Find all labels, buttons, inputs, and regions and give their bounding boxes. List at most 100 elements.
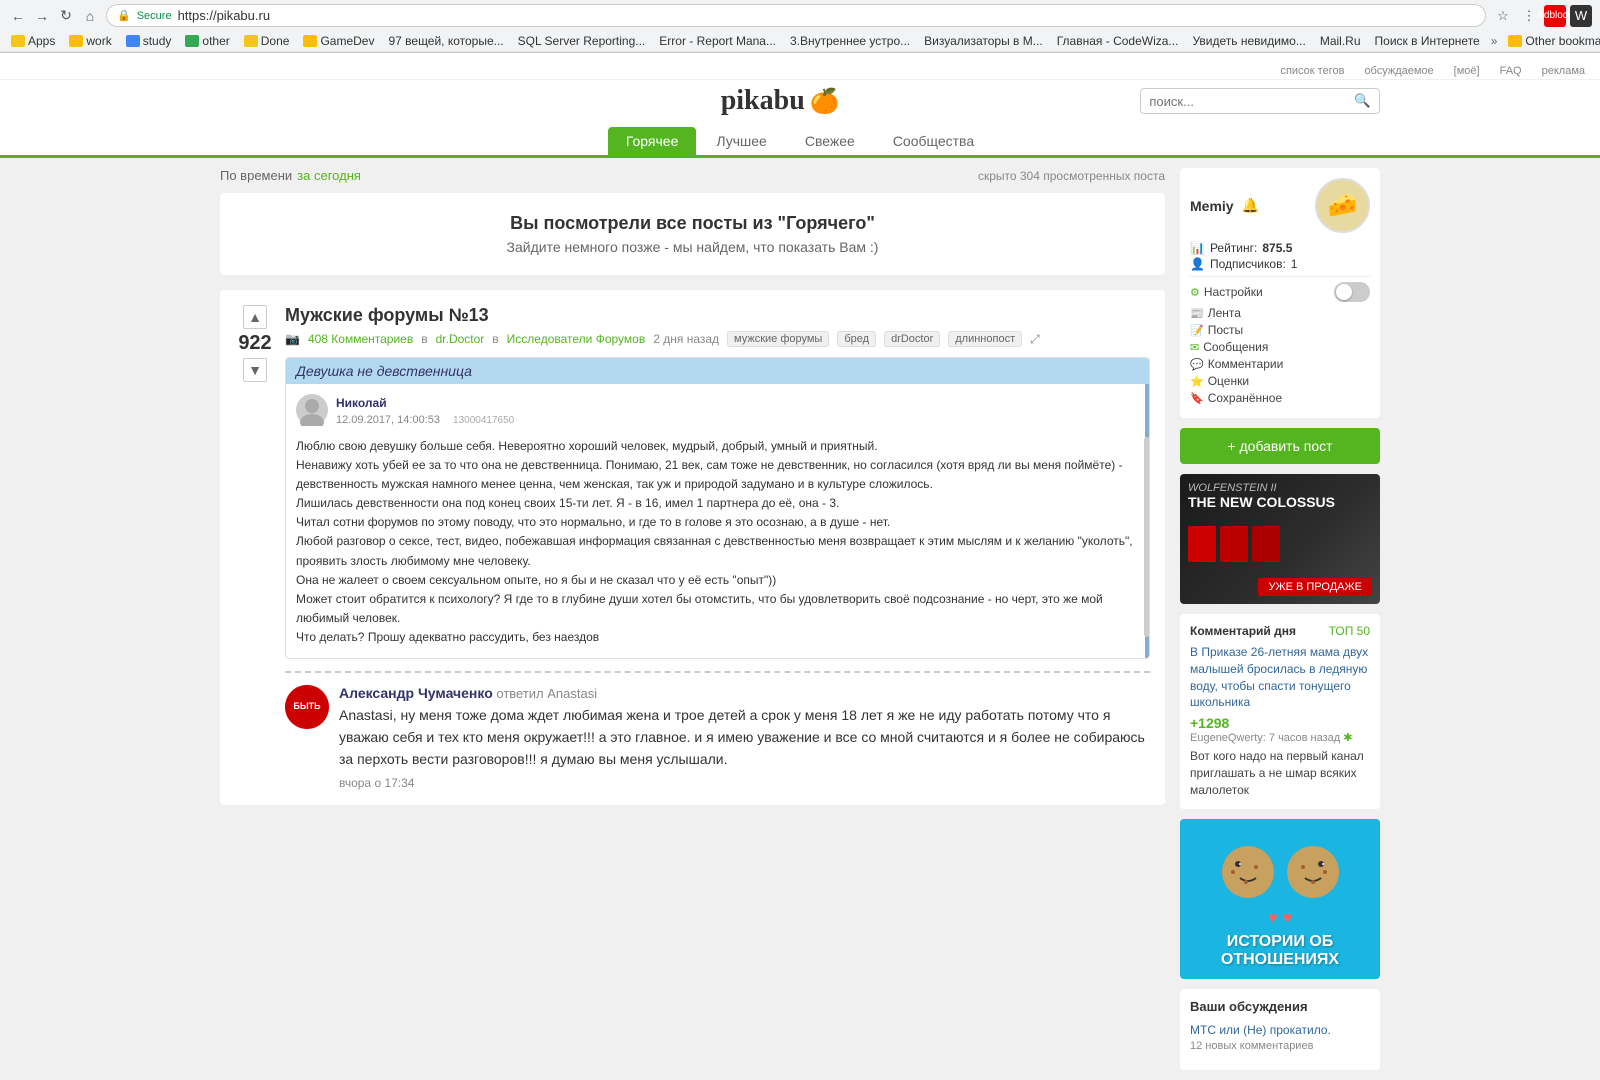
- bookmark-star-button[interactable]: ☆: [1492, 5, 1514, 27]
- post-header: ▲ 922 ▼ Мужские форумы №13 📷 408 Коммент…: [235, 305, 1150, 790]
- home-button[interactable]: ⌂: [80, 6, 100, 26]
- top-link-faq[interactable]: FAQ: [1500, 65, 1522, 77]
- cod-article-link[interactable]: В Приказе 26-летняя мама двух малышей бр…: [1190, 645, 1368, 709]
- browser-icons: ☆ ⋮ Adblock W: [1492, 5, 1592, 27]
- bookmark-error[interactable]: Error - Report Mana...: [656, 33, 779, 49]
- discussion-link[interactable]: МТС или (Не) прокатило.: [1190, 1023, 1331, 1037]
- top-link-discussed[interactable]: обсуждаемое: [1364, 65, 1433, 77]
- tag-long[interactable]: длиннопост: [948, 331, 1022, 347]
- bookmark-folder-icon: [244, 35, 258, 47]
- preview-user-row: Николай 12.09.2017, 14:00:53 13000417650: [296, 394, 1135, 429]
- sidebar-link-feed[interactable]: 📰 Лента: [1190, 306, 1370, 320]
- bookmark-search[interactable]: Поиск в Интернете: [1372, 33, 1483, 49]
- comment-time: вчора о 17:34: [339, 776, 1150, 790]
- bookmark-visual[interactable]: Визуализаторы в М...: [921, 33, 1046, 49]
- wolfenstein-buy-button[interactable]: УЖЕ В ПРОДАЖЕ: [1258, 578, 1372, 596]
- sidebar-link-comments[interactable]: 💬 Комментарии: [1190, 357, 1370, 371]
- bookmark-more[interactable]: »: [1491, 34, 1498, 48]
- bookmark-codewiz[interactable]: Главная - CodeWiza...: [1054, 33, 1182, 49]
- comments-link[interactable]: 408 Комментариев: [308, 332, 413, 346]
- cod-top50-link[interactable]: ТОП 50: [1329, 624, 1370, 638]
- refresh-button[interactable]: ↻: [56, 6, 76, 26]
- post-card: ▲ 922 ▼ Мужские форумы №13 📷 408 Коммент…: [220, 290, 1165, 805]
- sidebar-link-posts[interactable]: 📝 Посты: [1190, 323, 1370, 337]
- preview-date: 12.09.2017, 14:00:53 13000417650: [336, 412, 514, 429]
- author-link[interactable]: dr.Doctor: [436, 332, 485, 346]
- forward-button[interactable]: →: [32, 6, 52, 26]
- back-button[interactable]: ←: [8, 6, 28, 26]
- site-header: список тегов обсуждаемое [моё] FAQ рекла…: [0, 53, 1600, 158]
- bookmark-done[interactable]: Done: [241, 33, 293, 49]
- discussions: Ваши обсуждения МТС или (Не) прокатило. …: [1180, 989, 1380, 1071]
- tab-best[interactable]: Лучшее: [698, 127, 784, 155]
- bookmark-folder-icon: [11, 35, 25, 47]
- preview-user-info: Николай 12.09.2017, 14:00:53 13000417650: [336, 394, 514, 429]
- bookmark-other[interactable]: other: [182, 33, 232, 49]
- comment-text: Anastasi, ну меня тоже дома ждет любимая…: [339, 704, 1150, 771]
- tag-dr[interactable]: drDoctor: [884, 331, 940, 347]
- search-button[interactable]: 🔍: [1354, 93, 1371, 109]
- bookmark-uv[interactable]: Увидеть невидимо...: [1189, 33, 1308, 49]
- bookmark-label: study: [143, 34, 172, 48]
- search-input[interactable]: [1149, 94, 1349, 109]
- bookmark-apps[interactable]: Apps: [8, 33, 58, 49]
- tab-communities[interactable]: Сообщества: [875, 127, 992, 155]
- user-profile-button[interactable]: W: [1570, 5, 1592, 27]
- tab-hot[interactable]: Горячее: [608, 127, 697, 155]
- preview-username: Николай: [336, 394, 514, 412]
- community-link[interactable]: Исследователи Форумов: [507, 332, 646, 346]
- preview-header: Девушка не девственница: [286, 358, 1149, 384]
- subscribers-label: Подписчиков:: [1210, 257, 1286, 271]
- bookmark-folder-icon: [126, 35, 140, 47]
- bookmark-gamedev[interactable]: GameDev: [300, 33, 377, 49]
- cod-label: Комментарий дня: [1190, 624, 1296, 638]
- discussion-item: МТС или (Не) прокатило. 12 новых коммент…: [1190, 1022, 1370, 1053]
- relations-ad-title: ИСТОРИИ ОБ ОТНОШЕНИЯХ: [1190, 933, 1370, 969]
- bookmark-97[interactable]: 97 вещей, которые...: [385, 33, 506, 49]
- sidebar-link-messages[interactable]: ✉ Сообщения: [1190, 340, 1370, 354]
- discussions-title: Ваши обсуждения: [1190, 999, 1370, 1014]
- bookmark-sql[interactable]: SQL Server Reporting...: [515, 33, 649, 49]
- top-link-ads[interactable]: реклама: [1542, 65, 1585, 77]
- post-preview: Девушка не девственница: [285, 357, 1150, 659]
- cod-user: EugeneQwerty: 7 часов назад ✱: [1190, 731, 1370, 744]
- filter-today-link[interactable]: за сегодня: [297, 168, 361, 183]
- sidebar-link-settings[interactable]: ⚙ Настройки: [1190, 285, 1263, 299]
- sidebar-toggle[interactable]: [1334, 282, 1370, 302]
- search-bar[interactable]: 🔍: [1140, 88, 1380, 114]
- sidebar-link-saved[interactable]: 🔖 Сохранённое: [1190, 391, 1370, 405]
- bookmark-label: 3.Внутреннее устро...: [790, 34, 910, 48]
- avatar-svg: [296, 394, 328, 426]
- bookmark-folder-icon: [185, 35, 199, 47]
- bookmark-folder-icon: [69, 35, 83, 47]
- bookmark-mailru[interactable]: Mail.Ru: [1317, 33, 1364, 49]
- tab-fresh[interactable]: Свежее: [787, 127, 873, 155]
- bookmark-other-folder[interactable]: Other bookmarks: [1505, 33, 1600, 49]
- bookmark-other-folder-icon: [1508, 35, 1522, 47]
- expand-icon[interactable]: ⤢: [1030, 332, 1040, 347]
- sidebar-link-ratings[interactable]: ⭐ Оценки: [1190, 374, 1370, 388]
- tag-mf[interactable]: мужские форумы: [727, 331, 829, 347]
- top-link-tags[interactable]: список тегов: [1280, 65, 1344, 77]
- add-post-button[interactable]: + добавить пост: [1180, 428, 1380, 464]
- bookmark-folder-icon: [303, 35, 317, 47]
- downvote-button[interactable]: ▼: [243, 358, 267, 382]
- bookmark-label: work: [86, 34, 111, 48]
- wolfenstein-ad[interactable]: WOLFENSTEIN II THE NEW COLOSSUS УЖЕ В ПР…: [1180, 474, 1380, 604]
- notification-bell-icon[interactable]: 🔔: [1242, 197, 1259, 214]
- extensions-button[interactable]: Adblock: [1544, 5, 1566, 27]
- relations-ad[interactable]: ♥ ♥ ИСТОРИИ ОБ ОТНОШЕНИЯХ: [1180, 819, 1380, 979]
- bookmark-3[interactable]: 3.Внутреннее устро...: [787, 33, 913, 49]
- cookie-right-svg: [1283, 842, 1343, 902]
- sidebar-username: Memiy: [1190, 198, 1234, 214]
- commenter-avatar: Memiy БЫТЬ: [285, 685, 329, 729]
- upvote-button[interactable]: ▲: [243, 305, 267, 329]
- bookmark-study[interactable]: study: [123, 33, 175, 49]
- url-text: https://pikabu.ru: [178, 8, 1475, 23]
- tag-bred[interactable]: бред: [837, 331, 876, 347]
- bookmark-work[interactable]: work: [66, 33, 114, 49]
- post-title[interactable]: Мужские форумы №13: [285, 305, 1150, 326]
- address-bar[interactable]: 🔒 Secure https://pikabu.ru: [106, 4, 1486, 27]
- top-link-mine[interactable]: [моё]: [1454, 65, 1480, 77]
- all-hot-title: Вы посмотрели все посты из "Горячего": [240, 213, 1145, 234]
